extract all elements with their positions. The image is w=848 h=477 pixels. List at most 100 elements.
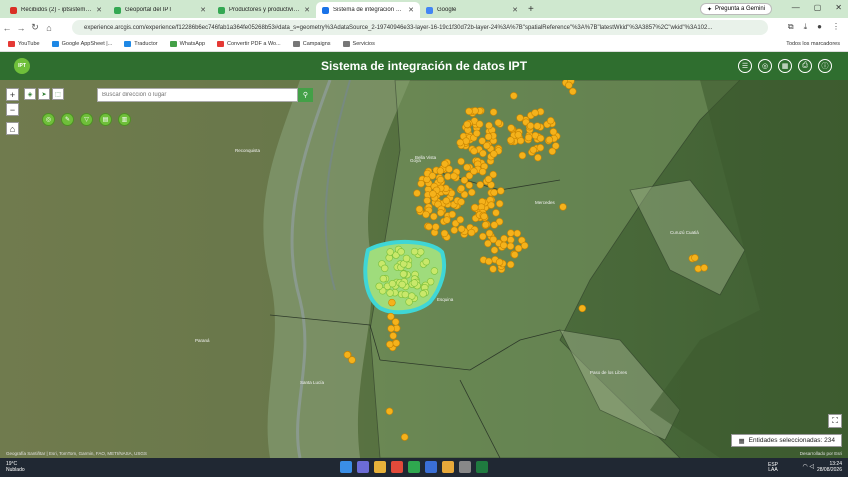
feature-point[interactable] (479, 232, 487, 241)
feature-point[interactable] (436, 175, 445, 184)
funnel-widget-icon[interactable]: ▽ (80, 113, 93, 126)
feature-point[interactable] (450, 226, 458, 234)
chrome-profile-icon[interactable] (442, 461, 454, 473)
all-bookmarks[interactable]: Todos los marcadores (786, 41, 840, 47)
excel-icon[interactable] (476, 461, 488, 473)
feature-point[interactable] (429, 190, 437, 198)
feature-point[interactable] (490, 246, 499, 254)
feature-point[interactable] (524, 133, 533, 142)
feature-point[interactable] (480, 212, 488, 221)
browser-tab[interactable]: Recibidos (2) - iptsistema@gm...✕ (4, 2, 108, 18)
feature-point[interactable] (476, 120, 484, 128)
feature-point[interactable] (526, 122, 535, 130)
browser-tab[interactable]: Google ✕ (420, 2, 524, 18)
feature-point[interactable] (516, 114, 524, 122)
feature-point[interactable] (507, 136, 515, 144)
search-input[interactable] (97, 88, 298, 102)
start-icon[interactable] (340, 461, 352, 473)
feature-point[interactable] (415, 205, 424, 213)
feature-point[interactable] (422, 210, 430, 219)
feature-point[interactable] (348, 356, 356, 364)
bookmark-item[interactable]: Google AppSheet |... (51, 41, 112, 47)
feature-point[interactable] (514, 244, 523, 253)
feature-point[interactable] (457, 157, 465, 166)
mail-icon[interactable] (425, 461, 437, 473)
satellite-map[interactable] (0, 80, 848, 458)
feature-point[interactable] (549, 128, 558, 136)
feature-point[interactable] (490, 221, 498, 229)
weather-widget[interactable]: 19°C Nublado (6, 461, 25, 473)
feature-point[interactable] (529, 146, 537, 154)
browser-tab[interactable]: Geoportal del IPT ✕ (108, 2, 212, 18)
download-icon[interactable]: ⤓ (804, 22, 808, 32)
bookmark-item[interactable]: Servicios (342, 41, 375, 47)
feature-point[interactable] (520, 241, 529, 250)
feature-point[interactable] (536, 134, 545, 142)
wifi-icon[interactable]: ◠ (802, 464, 807, 470)
feature-point[interactable] (387, 312, 395, 321)
whatsapp-icon[interactable] (408, 461, 420, 473)
feature-point[interactable] (471, 107, 479, 115)
explorer-icon[interactable] (374, 461, 386, 473)
feature-point[interactable] (405, 298, 413, 306)
app-icon[interactable] (459, 461, 471, 473)
close-tab-icon[interactable]: ✕ (304, 6, 310, 14)
feature-point[interactable] (443, 216, 451, 224)
feature-point[interactable] (569, 87, 577, 96)
feature-point[interactable] (513, 229, 521, 238)
feature-point[interactable] (441, 160, 449, 168)
feature-point[interactable] (388, 298, 396, 307)
feature-point[interactable] (470, 147, 478, 155)
feature-point[interactable] (425, 223, 433, 231)
bookmark-item[interactable]: YouTube (8, 41, 40, 47)
fullscreen-button[interactable]: ⛶ (828, 414, 842, 428)
feature-point[interactable] (507, 236, 515, 244)
feature-point[interactable] (507, 124, 515, 132)
lasso-tool-icon[interactable]: ⬚ (52, 88, 64, 100)
feature-point[interactable] (440, 229, 449, 238)
feature-point[interactable] (507, 260, 515, 269)
browser-tab[interactable]: Productores y productividad ✕ (212, 2, 316, 18)
feature-point[interactable] (413, 189, 421, 197)
feature-point[interactable] (471, 203, 479, 212)
selection-count-badge[interactable]: ▦ Entidades seleccionadas: 234 (731, 434, 842, 447)
feature-point[interactable] (456, 216, 464, 224)
feature-point[interactable] (392, 318, 400, 326)
list-icon[interactable]: ☰ (738, 59, 752, 73)
feature-point[interactable] (456, 138, 464, 147)
feature-point[interactable] (401, 290, 409, 299)
feature-point[interactable] (401, 433, 409, 441)
new-tab-button[interactable]: + (528, 4, 534, 15)
feature-point[interactable] (460, 176, 469, 184)
extensions-icon[interactable]: ⧉ (788, 22, 794, 32)
map-view[interactable]: Reconquista Goya Esquina Mercedes Paso de lo… (0, 80, 848, 458)
draw-widget-icon[interactable]: ✎ (61, 113, 74, 126)
feature-point[interactable] (398, 280, 406, 289)
feature-point[interactable] (694, 265, 702, 273)
feature-point[interactable] (496, 199, 504, 208)
info-icon[interactable]: ⓘ (818, 59, 832, 73)
feature-point[interactable] (428, 172, 437, 180)
feature-point[interactable] (457, 225, 466, 233)
menu-icon[interactable]: ⋮ (832, 22, 840, 32)
bookmark-item[interactable]: WhatsApp (169, 41, 205, 47)
feature-point[interactable] (467, 228, 476, 237)
feature-point[interactable] (487, 201, 495, 209)
feature-point[interactable] (463, 163, 471, 172)
feature-point[interactable] (500, 241, 508, 250)
print-icon[interactable]: ⎙ (798, 59, 812, 73)
feature-point[interactable] (481, 221, 490, 229)
layers-icon[interactable]: ◎ (758, 59, 772, 73)
feature-point[interactable] (419, 290, 427, 298)
feature-point[interactable] (511, 251, 519, 259)
feature-point[interactable] (565, 81, 573, 90)
feature-point[interactable] (386, 248, 394, 256)
close-tab-icon[interactable]: ✕ (408, 6, 414, 14)
feature-point[interactable] (490, 188, 498, 197)
feature-point[interactable] (476, 181, 484, 189)
feature-point[interactable] (494, 118, 502, 127)
feature-point[interactable] (470, 167, 478, 175)
reload-icon[interactable]: ↻ (28, 22, 42, 33)
feature-point[interactable] (531, 109, 539, 117)
bookmark-item[interactable]: Traductor (124, 41, 158, 47)
